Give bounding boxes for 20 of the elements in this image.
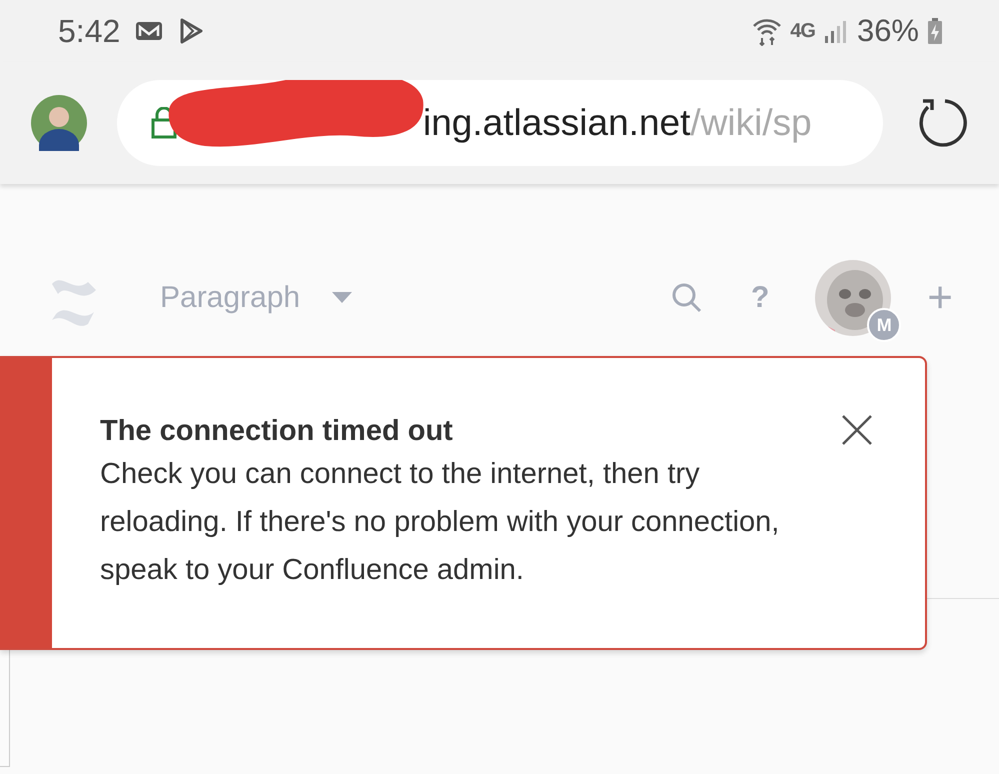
network-type-indicator: 4G — [790, 20, 815, 42]
wifi-icon — [752, 16, 782, 46]
mail-icon — [134, 19, 164, 43]
add-button[interactable]: + — [927, 276, 953, 320]
paragraph-style-dropdown[interactable]: Paragraph — [160, 281, 300, 315]
error-message: Check you can connect to the internet, then try reloading. If there's no problem with your connection, speak to your Confluence admin. — [100, 457, 780, 588]
user-initial-badge: M — [867, 308, 902, 342]
url-text: ing.atlassian.net — [423, 102, 690, 143]
clock: 5:42 — [58, 12, 120, 50]
error-title: The connection timed out — [100, 414, 454, 448]
address-bar[interactable]: ing.atlassian.net/wiki/sp — [117, 80, 883, 166]
battery-charging-icon — [927, 17, 943, 45]
battery-percentage: 36% — [856, 13, 919, 49]
signal-icon — [822, 18, 849, 44]
profile-avatar[interactable] — [31, 95, 87, 151]
play-store-icon — [178, 18, 204, 44]
help-button[interactable]: ? — [742, 281, 778, 315]
close-icon[interactable] — [841, 414, 873, 446]
caret-icon — [332, 292, 352, 304]
url-path-text: /wiki/sp — [690, 102, 812, 143]
